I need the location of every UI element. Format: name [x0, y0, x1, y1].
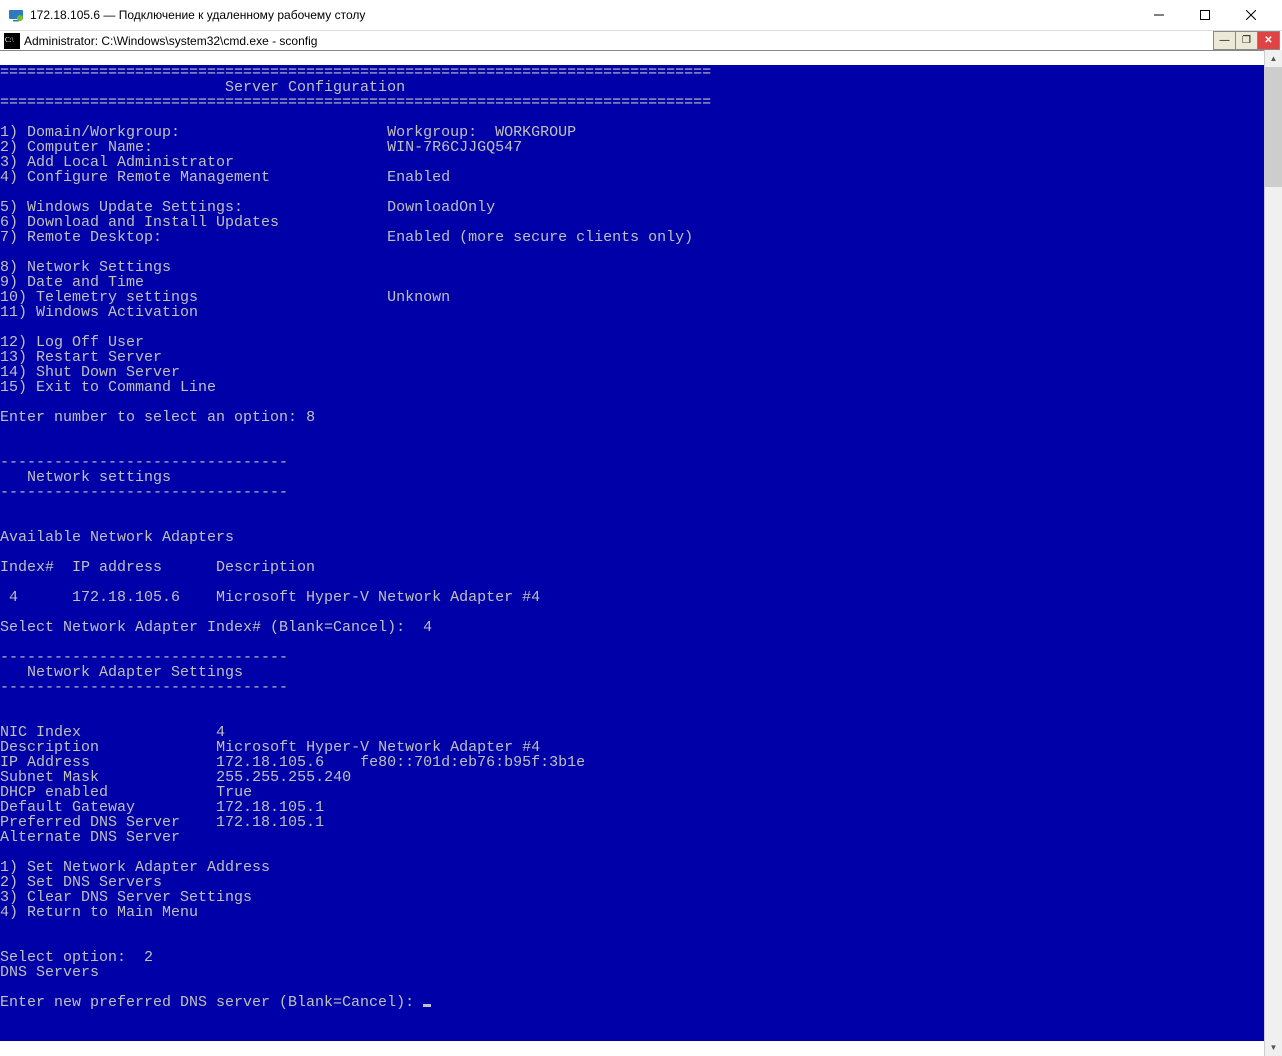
menu-line: 7) Remote Desktop: Enabled (more secure …	[0, 229, 693, 246]
rdp-title-text: 172.18.105.6 — Подключение к удаленному …	[30, 8, 365, 22]
nas-rule: --------------------------------	[0, 679, 288, 696]
prompt-dns[interactable]: Enter new preferred DNS server (Blank=Ca…	[0, 994, 431, 1011]
menu-line: 15) Exit to Command Line	[0, 379, 216, 396]
rdp-icon	[8, 7, 24, 23]
net-rule: --------------------------------	[0, 484, 288, 501]
scroll-track[interactable]	[1265, 67, 1282, 1039]
scroll-up-button[interactable]: ▲	[1265, 50, 1282, 67]
adapters-cols: Index# IP address Description	[0, 559, 315, 576]
cmd-title-bar: Administrator: C:\Windows\system32\cmd.e…	[0, 31, 1282, 51]
scroll-thumb[interactable]	[1265, 67, 1282, 187]
minimize-button[interactable]	[1136, 0, 1182, 30]
rdp-title-bar: 172.18.105.6 — Подключение к удаленному …	[0, 0, 1282, 31]
adapters-title: Available Network Adapters	[0, 529, 234, 546]
menu-line: 11) Windows Activation	[0, 304, 198, 321]
close-button[interactable]	[1228, 0, 1274, 30]
nas-menu-line: 4) Return to Main Menu	[0, 904, 198, 921]
dns-title: DNS Servers	[0, 964, 99, 981]
cursor	[423, 1004, 431, 1007]
prompt-adapter: Select Network Adapter Index# (Blank=Can…	[0, 619, 432, 636]
nic-line: Alternate DNS Server	[0, 829, 216, 846]
maximize-button[interactable]	[1182, 0, 1228, 30]
cmd-icon	[4, 33, 20, 49]
sconfig-header-rule: ========================================…	[0, 94, 711, 111]
menu-line: 4) Configure Remote Management Enabled	[0, 169, 450, 186]
cmd-minimize-button[interactable]: —	[1213, 31, 1236, 50]
prompt-main: Enter number to select an option: 8	[0, 409, 315, 426]
cmd-title-text: Administrator: C:\Windows\system32\cmd.e…	[24, 34, 317, 48]
cmd-close-button[interactable]: ✕	[1257, 31, 1280, 50]
console-output[interactable]: ========================================…	[0, 65, 1264, 1041]
vertical-scrollbar[interactable]: ▲ ▼	[1264, 50, 1282, 1056]
cmd-maximize-button[interactable]: ❐	[1235, 31, 1258, 50]
scroll-down-button[interactable]: ▼	[1265, 1039, 1282, 1056]
adapters-row: 4 172.18.105.6 Microsoft Hyper-V Network…	[0, 589, 540, 606]
